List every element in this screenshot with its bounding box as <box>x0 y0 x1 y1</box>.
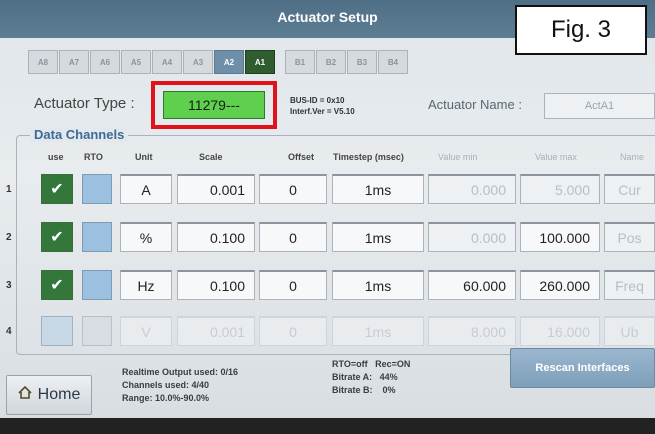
rto-toggle[interactable] <box>82 270 112 300</box>
tab-b3[interactable]: B3 <box>347 50 377 74</box>
offset-field[interactable]: 0 <box>259 316 327 346</box>
bitrate-a-status: Bitrate A: 44% <box>332 372 398 382</box>
highlight-frame <box>151 81 277 129</box>
unit-field[interactable]: % <box>120 222 172 252</box>
header-offset: Offset <box>288 152 315 162</box>
value-max-field[interactable]: 100.000 <box>520 222 600 252</box>
channel-name-field[interactable]: Pos <box>604 222 655 252</box>
channel-name-field[interactable]: Freq <box>604 270 655 300</box>
value-min-field[interactable]: 0.000 <box>428 222 516 252</box>
tab-a6[interactable]: A6 <box>90 50 120 74</box>
offset-field[interactable]: 0 <box>259 270 327 300</box>
scale-field[interactable]: 0.100 <box>177 270 255 300</box>
header-value-min: Value min <box>438 152 478 162</box>
scale-field[interactable]: 0.001 <box>177 316 255 346</box>
rescan-interfaces-button[interactable]: Rescan Interfaces <box>510 348 655 388</box>
actuator-name-label: Actuator Name : <box>428 97 522 112</box>
tab-a5[interactable]: A5 <box>121 50 151 74</box>
use-checkbox[interactable]: ✔ <box>41 174 73 204</box>
rto-toggle[interactable] <box>82 174 112 204</box>
value-max-field[interactable]: 260.000 <box>520 270 600 300</box>
header-timestep: Timestep (msec) <box>333 152 404 162</box>
channel-name-field[interactable]: Ub <box>604 316 655 346</box>
checkmark-icon: ✔ <box>50 277 64 294</box>
tab-a1[interactable]: A1 <box>245 50 275 74</box>
channel-name-field[interactable]: Cur <box>604 174 655 204</box>
range-status: Range: 10.0%-90.0% <box>122 393 210 403</box>
figure-label-number: 3 <box>597 16 612 43</box>
rto-toggle[interactable] <box>82 222 112 252</box>
row-number: 4 <box>6 326 12 337</box>
value-min-field[interactable]: 0.000 <box>428 174 516 204</box>
bitrate-b-status: Bitrate B: 0% <box>332 385 396 395</box>
value-max-field[interactable]: 16.000 <box>520 316 600 346</box>
figure-label: Fig. 3 <box>515 5 647 55</box>
tab-b1[interactable]: B1 <box>285 50 315 74</box>
tab-a3[interactable]: A3 <box>183 50 213 74</box>
home-button-label: Home <box>37 386 81 403</box>
tab-a4[interactable]: A4 <box>152 50 182 74</box>
tab-b4[interactable]: B4 <box>378 50 408 74</box>
offset-field[interactable]: 0 <box>259 174 327 204</box>
header-scale: Scale <box>199 152 223 162</box>
unit-field[interactable]: Hz <box>120 270 172 300</box>
actuator-type-label: Actuator Type : <box>34 95 135 112</box>
unit-field[interactable]: A <box>120 174 172 204</box>
interface-version-text: Interf.Ver = V5.10 <box>290 107 355 116</box>
use-checkbox[interactable] <box>41 316 73 346</box>
figure-label-prefix: Fig. <box>550 16 598 43</box>
offset-field[interactable]: 0 <box>259 222 327 252</box>
row-number: 2 <box>6 232 12 243</box>
home-button[interactable]: Home <box>6 375 92 415</box>
value-min-field[interactable]: 60.000 <box>428 270 516 300</box>
channels-used-status: Channels used: 4/40 <box>122 380 210 390</box>
header-rto: RTO <box>84 152 103 162</box>
value-max-field[interactable]: 5.000 <box>520 174 600 204</box>
value-min-field[interactable]: 8.000 <box>428 316 516 346</box>
tab-a2[interactable]: A2 <box>214 50 244 74</box>
header-unit: Unit <box>135 152 153 162</box>
rto-rec-status: RTO=off Rec=ON <box>332 359 411 369</box>
use-checkbox[interactable]: ✔ <box>41 222 73 252</box>
header-name: Name <box>620 152 645 162</box>
home-icon <box>18 385 32 404</box>
actuator-setup-screen: Actuator Setup Fig. 3 A8 A7 A6 A5 A4 A3 … <box>0 0 655 434</box>
scale-field[interactable]: 0.001 <box>177 174 255 204</box>
unit-field[interactable]: V <box>120 316 172 346</box>
realtime-output-status: Realtime Output used: 0/16 <box>122 367 239 377</box>
checkmark-icon: ✔ <box>50 229 64 246</box>
header-value-max: Value max <box>535 152 577 162</box>
row-number: 1 <box>6 184 12 195</box>
timestep-field[interactable]: 1ms <box>332 270 424 300</box>
use-checkbox[interactable]: ✔ <box>41 270 73 300</box>
actuator-name-field[interactable]: ActA1 <box>544 93 655 119</box>
scale-field[interactable]: 0.100 <box>177 222 255 252</box>
bus-id-text: BUS-ID = 0x10 <box>290 96 345 105</box>
timestep-field[interactable]: 1ms <box>332 222 424 252</box>
data-channels-title: Data Channels <box>30 127 129 142</box>
row-number: 3 <box>6 280 12 291</box>
timestep-field[interactable]: 1ms <box>332 316 424 346</box>
rto-toggle[interactable] <box>82 316 112 346</box>
checkmark-icon: ✔ <box>50 181 64 198</box>
device-bezel <box>0 418 655 434</box>
tab-a8[interactable]: A8 <box>28 50 58 74</box>
timestep-field[interactable]: 1ms <box>332 174 424 204</box>
tab-a7[interactable]: A7 <box>59 50 89 74</box>
header-use: use <box>48 152 64 162</box>
tab-b2[interactable]: B2 <box>316 50 346 74</box>
